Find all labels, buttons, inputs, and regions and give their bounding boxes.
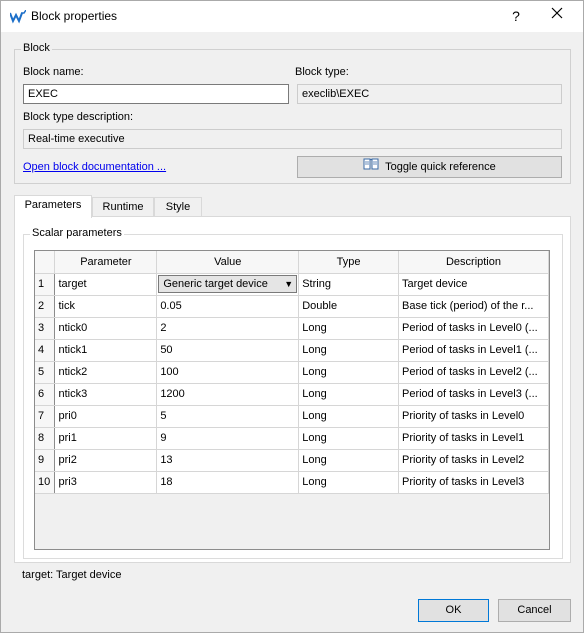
- row-number: 2: [35, 295, 56, 318]
- table-row[interactable]: 8 pri1 9 Long Priority of tasks in Level…: [35, 427, 549, 450]
- column-header-type[interactable]: Type: [298, 251, 399, 274]
- description-cell: Period of tasks in Level3 (...: [398, 383, 549, 406]
- block-name-input[interactable]: EXEC: [23, 84, 289, 104]
- type-cell: Long: [298, 449, 399, 472]
- type-cell: String: [298, 273, 399, 296]
- parameter-cell[interactable]: ntick0: [54, 317, 158, 340]
- block-group: Block Block name: EXEC Block type: execl…: [14, 42, 571, 184]
- tab-runtime[interactable]: Runtime: [92, 197, 154, 217]
- parameter-cell[interactable]: ntick3: [54, 383, 158, 406]
- description-cell: Period of tasks in Level0 (...: [398, 317, 549, 340]
- cancel-button[interactable]: Cancel: [498, 599, 571, 622]
- description-cell: Priority of tasks in Level2: [398, 449, 549, 472]
- block-type-field: execlib\EXEC: [297, 84, 562, 104]
- parameter-cell[interactable]: target: [54, 273, 158, 296]
- type-cell: Long: [298, 339, 399, 362]
- row-number: 1: [35, 273, 56, 296]
- parameter-cell[interactable]: pri3: [54, 471, 158, 494]
- status-text: target: Target device: [22, 569, 122, 581]
- table-row[interactable]: 4 ntick1 50 Long Period of tasks in Leve…: [35, 339, 549, 362]
- value-cell[interactable]: 1200: [156, 383, 300, 406]
- parameter-cell[interactable]: ntick1: [54, 339, 158, 362]
- description-cell: Priority of tasks in Level1: [398, 427, 549, 450]
- table-row[interactable]: 1 target Generic target device ▼ String …: [35, 273, 549, 296]
- description-cell: Base tick (period) of the r...: [398, 295, 549, 318]
- value-cell[interactable]: 5: [156, 405, 300, 428]
- app-logo-icon: [9, 9, 27, 24]
- parameters-panel: Scalar parameters Parameter Value Type D…: [14, 216, 571, 563]
- row-number: 5: [35, 361, 56, 384]
- value-cell[interactable]: Generic target device ▼: [156, 273, 300, 296]
- row-number: 8: [35, 427, 56, 450]
- parameter-cell[interactable]: tick: [54, 295, 158, 318]
- ok-button[interactable]: OK: [418, 599, 489, 622]
- parameter-cell[interactable]: pri0: [54, 405, 158, 428]
- table-row[interactable]: 7 pri0 5 Long Priority of tasks in Level…: [35, 405, 549, 428]
- close-button[interactable]: [545, 5, 569, 27]
- toggle-quick-reference-label: Toggle quick reference: [385, 161, 496, 173]
- description-cell: Priority of tasks in Level3: [398, 471, 549, 494]
- column-header-parameter[interactable]: Parameter: [54, 251, 158, 274]
- tab-parameters[interactable]: Parameters: [14, 195, 92, 218]
- type-cell: Long: [298, 427, 399, 450]
- value-cell[interactable]: 0.05: [156, 295, 300, 318]
- open-documentation-link[interactable]: Open block documentation ...: [23, 161, 166, 173]
- type-cell: Long: [298, 317, 399, 340]
- row-number: 6: [35, 383, 56, 406]
- type-cell: Long: [298, 383, 399, 406]
- row-number: 10: [35, 471, 56, 494]
- target-device-dropdown-value: Generic target device: [163, 278, 268, 290]
- dropdown-arrow-icon: ▼: [284, 279, 294, 289]
- value-cell[interactable]: 100: [156, 361, 300, 384]
- value-cell[interactable]: 9: [156, 427, 300, 450]
- title-bar: Block properties ?: [1, 1, 583, 32]
- column-header-value[interactable]: Value: [156, 251, 300, 274]
- table-header-row: Parameter Value Type Description: [35, 251, 549, 274]
- type-cell: Long: [298, 471, 399, 494]
- corner-header: [35, 251, 56, 274]
- type-cell: Long: [298, 405, 399, 428]
- table-row[interactable]: 5 ntick2 100 Long Period of tasks in Lev…: [35, 361, 549, 384]
- column-header-description[interactable]: Description: [398, 251, 549, 274]
- table-row[interactable]: 9 pri2 13 Long Priority of tasks in Leve…: [35, 449, 549, 472]
- value-cell[interactable]: 18: [156, 471, 300, 494]
- help-button[interactable]: ?: [504, 5, 528, 27]
- description-cell: Priority of tasks in Level0: [398, 405, 549, 428]
- close-icon: [551, 7, 563, 19]
- block-type-label: Block type:: [295, 66, 349, 78]
- value-cell[interactable]: 50: [156, 339, 300, 362]
- parameter-cell[interactable]: pri1: [54, 427, 158, 450]
- toggle-quick-reference-button[interactable]: Toggle quick reference: [297, 156, 562, 178]
- type-cell: Double: [298, 295, 399, 318]
- block-name-label: Block name:: [23, 66, 84, 78]
- tab-style[interactable]: Style: [154, 197, 202, 217]
- block-type-description-field: Real-time executive: [23, 129, 562, 149]
- table-row[interactable]: 6 ntick3 1200 Long Period of tasks in Le…: [35, 383, 549, 406]
- type-cell: Long: [298, 361, 399, 384]
- block-group-title: Block: [21, 42, 52, 54]
- scalar-parameters-table: Parameter Value Type Description 1 targe…: [34, 250, 550, 550]
- value-cell[interactable]: 2: [156, 317, 300, 340]
- block-properties-dialog: Block properties ? Block Block name: EXE…: [0, 0, 584, 633]
- block-type-description-label: Block type description:: [23, 111, 134, 123]
- parameter-cell[interactable]: ntick2: [54, 361, 158, 384]
- target-device-dropdown[interactable]: Generic target device ▼: [158, 275, 298, 293]
- row-number: 3: [35, 317, 56, 340]
- row-number: 9: [35, 449, 56, 472]
- description-cell: Period of tasks in Level1 (...: [398, 339, 549, 362]
- window-title: Block properties: [31, 9, 118, 23]
- book-icon: [363, 157, 379, 177]
- value-cell[interactable]: 13: [156, 449, 300, 472]
- table-row[interactable]: 2 tick 0.05 Double Base tick (period) of…: [35, 295, 549, 318]
- table-row[interactable]: 3 ntick0 2 Long Period of tasks in Level…: [35, 317, 549, 340]
- description-cell: Target device: [398, 273, 549, 296]
- table-row[interactable]: 10 pri3 18 Long Priority of tasks in Lev…: [35, 471, 549, 494]
- row-number: 4: [35, 339, 56, 362]
- scalar-parameters-title: Scalar parameters: [30, 227, 124, 239]
- parameter-cell[interactable]: pri2: [54, 449, 158, 472]
- row-number: 7: [35, 405, 56, 428]
- description-cell: Period of tasks in Level2 (...: [398, 361, 549, 384]
